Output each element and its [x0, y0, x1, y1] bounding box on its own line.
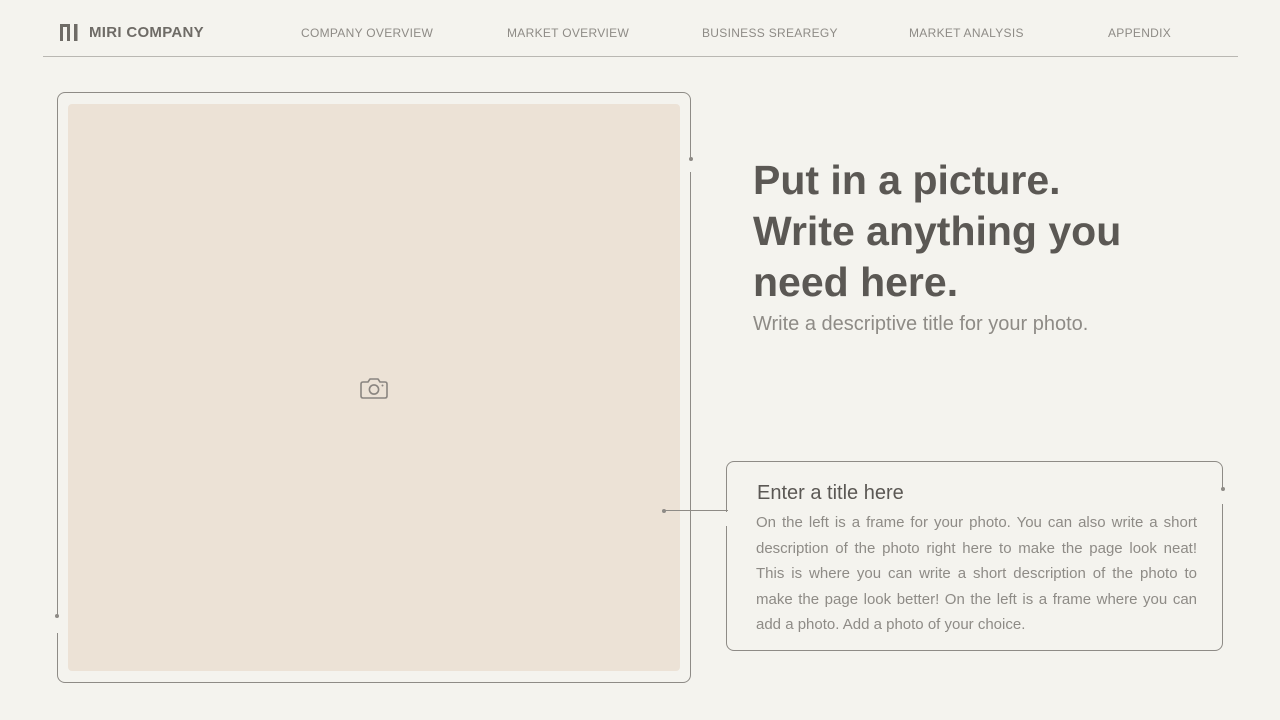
frame-dot-right	[689, 157, 693, 161]
nav-market-analysis[interactable]: MARKET ANALYSIS	[909, 26, 1024, 40]
headline-line-1: Put in a picture.	[753, 157, 1061, 203]
headline-line-2: Write anything you	[753, 208, 1122, 254]
camera-icon	[360, 378, 388, 399]
card-dot-right	[1221, 487, 1225, 491]
frame-dot-left	[55, 614, 59, 618]
connector-dot	[662, 509, 666, 513]
headline: Put in a picture. Write anything you nee…	[753, 155, 1173, 308]
frame-gap-right	[688, 160, 694, 172]
nav-market-overview[interactable]: MARKET OVERVIEW	[507, 26, 629, 40]
nav-company-overview[interactable]: COMPANY OVERVIEW	[301, 26, 433, 40]
connector-line	[664, 510, 728, 511]
card-body: On the left is a frame for your photo. Y…	[756, 514, 1197, 634]
card-title: Enter a title here	[757, 482, 904, 504]
card-gap-right	[1220, 490, 1226, 504]
frame-gap-left	[54, 617, 60, 633]
nav-business-strategy[interactable]: BUSINESS SREAREGY	[702, 26, 838, 40]
header-bar: MIRI COMPANY COMPANY OVERVIEW MARKET OVE…	[43, 0, 1238, 57]
nav-appendix[interactable]: APPENDIX	[1108, 26, 1171, 40]
brand[interactable]: MIRI COMPANY	[59, 22, 204, 42]
miri-logo-icon	[60, 24, 78, 41]
headline-line-3: need here.	[753, 259, 959, 305]
card-gap-left	[723, 512, 729, 526]
description-card: Enter a title here On the left is a fram…	[726, 461, 1223, 651]
brand-name: MIRI COMPANY	[89, 23, 204, 41]
photo-subtitle: Write a descriptive title for your photo…	[753, 313, 1089, 335]
photo-placeholder[interactable]	[68, 104, 680, 671]
